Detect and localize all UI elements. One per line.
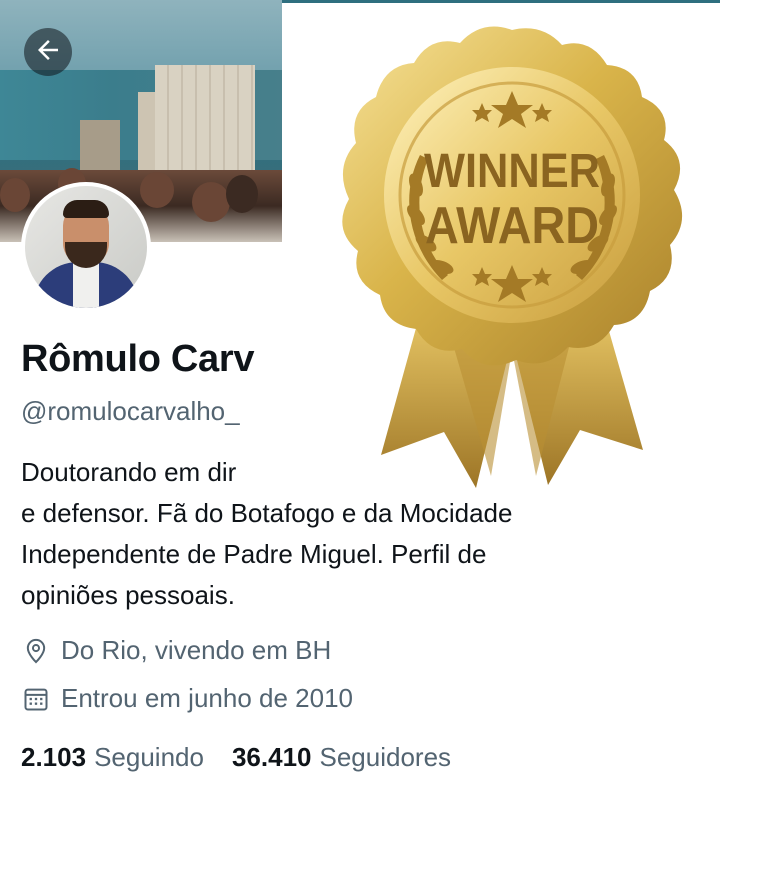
- avatar-photo: [25, 186, 147, 308]
- profile-name: Rômulo Carv: [21, 338, 255, 380]
- bio-line: e defensor. Fã do Botafogo e da Mocidade: [21, 498, 513, 528]
- followers-label: Seguidores: [319, 742, 452, 772]
- award-line2: AWARD: [425, 197, 599, 255]
- banner-person: [192, 182, 230, 222]
- profile-stats: 2.103 Seguindo 36.410 Seguidores: [21, 742, 451, 773]
- arrow-left-icon: [33, 35, 63, 70]
- banner-person: [226, 175, 258, 213]
- bio-line: Doutorando em dir: [21, 457, 237, 487]
- followers-link[interactable]: 36.410 Seguidores: [232, 742, 451, 773]
- calendar-icon: [21, 684, 51, 714]
- profile-handle: @romulocarvalho_: [21, 396, 240, 426]
- banner-person: [140, 172, 174, 208]
- avatar[interactable]: [21, 182, 151, 312]
- bio-line: Independente de Padre Miguel. Perfil de: [21, 539, 487, 569]
- following-label: Seguindo: [94, 742, 204, 772]
- joined-text: Entrou em junho de 2010: [61, 683, 353, 713]
- following-count: 2.103: [21, 742, 87, 772]
- banner-edge: [282, 0, 720, 3]
- followers-count: 36.410: [231, 742, 312, 772]
- location-pin-icon: [21, 636, 51, 666]
- banner-building: [155, 65, 255, 185]
- winner-award-badge: WINNER AWARD: [342, 26, 683, 488]
- profile-joined: Entrou em junho de 2010: [21, 683, 353, 714]
- location-text: Do Rio, vivendo em BH: [61, 635, 332, 665]
- profile-location: Do Rio, vivendo em BH: [21, 635, 331, 666]
- following-link[interactable]: 2.103 Seguindo: [21, 742, 204, 773]
- back-button[interactable]: [24, 28, 72, 76]
- bio-line: opiniões pessoais.: [21, 580, 235, 610]
- banner-person: [0, 178, 30, 212]
- award-line1: WINNER: [424, 145, 600, 198]
